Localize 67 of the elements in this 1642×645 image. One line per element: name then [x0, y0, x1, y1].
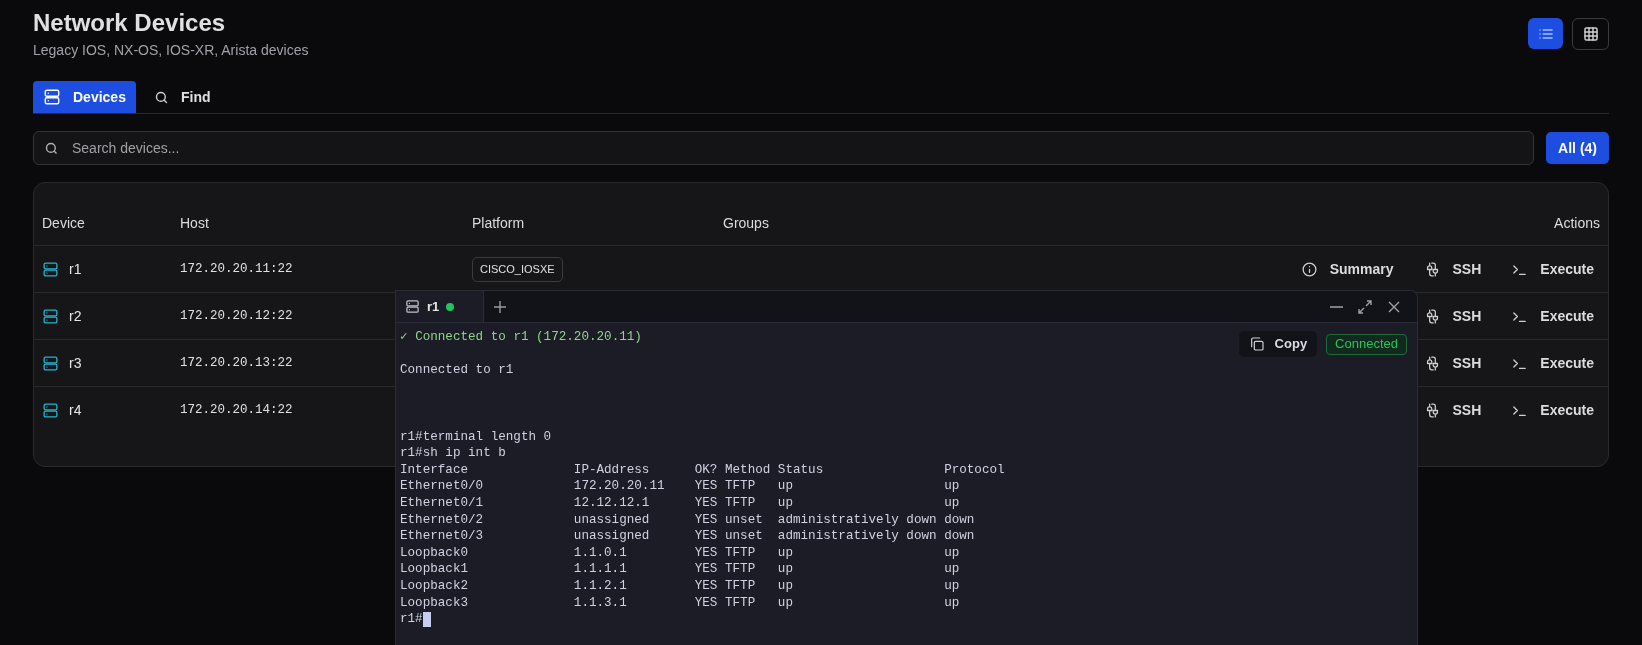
server-icon: [42, 307, 59, 325]
server-icon: [405, 299, 420, 314]
terminal-line: Loopback0 1.1.0.1 YES TFTP up up: [400, 544, 960, 562]
search-field[interactable]: Search devices...: [33, 131, 1535, 165]
execute-button[interactable]: Execute: [1507, 253, 1598, 285]
terminal-tab[interactable]: r1: [396, 291, 484, 322]
close-icon: [1387, 299, 1401, 314]
terminal-prompt: r1#: [400, 611, 423, 628]
summary-button[interactable]: Summary: [1296, 253, 1398, 285]
ssh-button[interactable]: SSH: [1419, 394, 1486, 427]
host-cell-text: 172.20.20.11:22: [180, 260, 293, 278]
column-header: Groups: [723, 214, 770, 233]
page-subtitle: Legacy IOS, NX-OS, IOS-XR, Arista devices: [33, 41, 309, 60]
minimize-button[interactable]: [1330, 305, 1343, 308]
device-name: r4: [69, 401, 82, 420]
device-name: r2: [69, 306, 82, 326]
terminal-line: Ethernet0/2 unassigned YES unset administratively down down: [400, 511, 975, 529]
ssh-button[interactable]: SSH: [1419, 300, 1486, 332]
ssh-button[interactable]: SSH: [1419, 347, 1486, 379]
terminal-line: ✓ Connected to r1 (172.20.20.11): [400, 329, 642, 346]
execute-button[interactable]: Execute: [1507, 347, 1598, 379]
search-icon: [153, 89, 169, 105]
tab[interactable]: Devices: [33, 81, 136, 113]
filter-button[interactable]: All (4): [1546, 132, 1609, 164]
column-header: Platform: [472, 214, 526, 233]
device-name: r3: [69, 353, 82, 373]
terminal-line: Loopback1 1.1.1.1 YES TFTP up up: [400, 561, 960, 578]
server-icon: [42, 402, 59, 419]
host-cell-text: 172.20.20.14:22: [180, 402, 293, 420]
grid-icon: [1582, 26, 1599, 42]
execute-button[interactable]: Execute: [1507, 300, 1598, 332]
server-icon: [43, 88, 61, 106]
execute-button[interactable]: Execute: [1507, 394, 1598, 427]
search-icon: [44, 141, 59, 156]
host-cell-text: 172.20.20.12:22: [180, 307, 293, 325]
terminal-line: Loopback2 1.1.2.1 YES TFTP up up: [400, 577, 960, 595]
page-title: Network Devices: [33, 8, 227, 38]
connection-status-badge: Connected: [1326, 333, 1407, 355]
terminal-line: r1#sh ip int b: [400, 445, 506, 462]
terminal-line: Ethernet0/3 unassigned YES unset administratively down down: [400, 528, 975, 545]
expand-icon: [1357, 298, 1373, 315]
column-header: Host: [180, 214, 210, 233]
terminal-line: Connected to r1: [400, 362, 514, 379]
server-icon: [42, 354, 59, 372]
terminal-line: Interface IP-Address OK? Method Status Protocol: [400, 461, 1005, 479]
info-icon: [1300, 260, 1318, 278]
tab[interactable]: Find: [143, 81, 221, 113]
list-view-button[interactable]: [1528, 18, 1563, 49]
platform-tag: CISCO_IOSXE: [472, 257, 563, 282]
device-name: r1: [69, 259, 82, 279]
close-button[interactable]: [1387, 299, 1401, 314]
copy-button[interactable]: Copy: [1238, 331, 1318, 357]
terminal-line: Ethernet0/1 12.12.12.1 YES TFTP up up: [400, 494, 960, 512]
terminal-line: Ethernet0/0 172.20.20.11 YES TFTP up up: [400, 478, 960, 495]
column-header: Device: [42, 214, 86, 233]
ssh-button[interactable]: SSH: [1419, 253, 1486, 285]
minus-icon: [1330, 305, 1343, 308]
host-cell-text: 172.20.20.13:22: [180, 354, 293, 372]
server-icon: [42, 260, 59, 278]
column-header: Actions: [1554, 214, 1600, 233]
plus-icon: [493, 299, 507, 314]
grid-view-button[interactable]: [1572, 18, 1609, 50]
copy-icon: [1248, 336, 1265, 352]
terminal-line: Loopback3 1.1.3.1 YES TFTP up up: [400, 594, 960, 612]
text-cursor: [422, 611, 431, 627]
maximize-button[interactable]: [1357, 298, 1373, 315]
terminal-line: r1#terminal length 0: [400, 428, 552, 446]
